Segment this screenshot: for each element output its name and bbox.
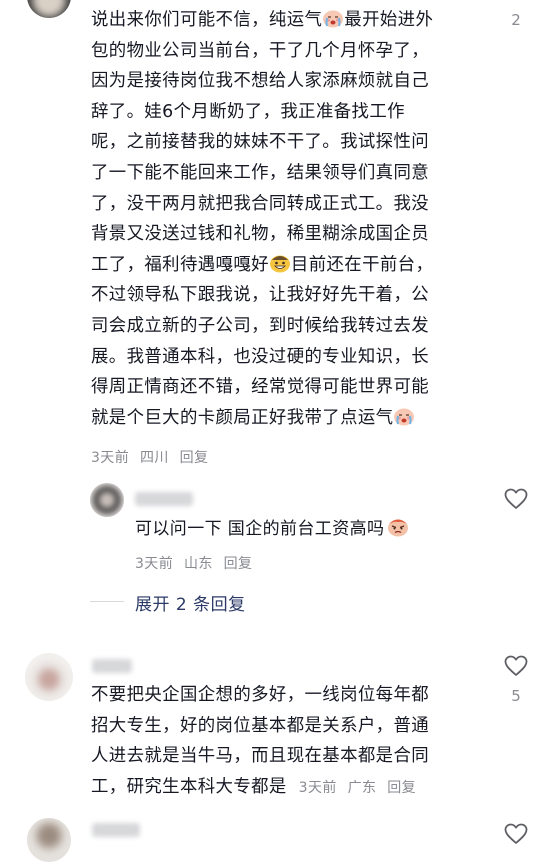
heart-icon[interactable]: [504, 655, 528, 677]
comment-location: 广东: [347, 779, 377, 796]
reply-line: 可以问一下 国企的前台工资高吗: [135, 519, 385, 539]
avatar[interactable]: [25, 653, 73, 701]
comment-meta: 3天前 四川 回复: [91, 447, 208, 467]
comment-line: 背景又没送过钱和礼物，稀里糊涂成国企员: [91, 224, 430, 245]
comment-text: 不要把央企国企想的多好，一线岗位每年都 招大专生，好的岗位基本都是关系户，普通 …: [91, 680, 511, 803]
comment-time: 3天前: [135, 556, 174, 572]
reply-button[interactable]: 回复: [224, 556, 253, 572]
comment-line: 司会成立新的子公司，到时候给我转过去发: [91, 315, 430, 336]
comment-line: 招大专生，好的岗位基本都是关系户，普通: [91, 715, 430, 736]
comment-line: 了一下能不能回来工作，结果领导们真同意: [91, 162, 430, 183]
reply-text: 可以问一下 国企的前台工资高吗: [135, 514, 409, 545]
comment-location: 四川: [139, 450, 169, 466]
comment-time: 3天前: [91, 450, 130, 466]
comment-line: 人进去就是当牛马，而且现在基本都是合同: [91, 746, 430, 767]
reply-button[interactable]: 回复: [180, 450, 209, 466]
angry-emoji-icon: [388, 519, 409, 537]
avatar[interactable]: [90, 483, 124, 517]
avatar[interactable]: [27, 818, 71, 862]
comment-line: 不要把央企国企想的多好，一线岗位每年都: [91, 685, 430, 705]
crying-emoji-icon: [394, 408, 415, 426]
comment-line: 最开始进外: [344, 10, 434, 30]
heart-icon[interactable]: [504, 488, 528, 510]
grinning-emoji-icon: [269, 255, 290, 273]
comment-line: 展。我普通本科，也没过硬的专业知识，长: [91, 346, 430, 367]
username[interactable]: [92, 823, 140, 837]
reply-meta: 3天前 山东 回复: [135, 553, 252, 573]
username[interactable]: [135, 492, 193, 506]
comment-line: 工了，福利待遇嘎嘎好: [91, 254, 269, 275]
crying-emoji-icon: [323, 10, 344, 28]
comment-line: 说出来你们可能不信，纯运气: [91, 10, 323, 30]
expand-divider: [90, 601, 124, 602]
avatar[interactable]: [27, 0, 71, 18]
comment-line: 就是个巨大的卡颜局正好我带了点运气: [91, 407, 394, 428]
comment-time: 3天前: [298, 779, 337, 796]
comment-line: 辞了。娃6个月断奶了，我正准备找工作: [91, 101, 405, 122]
comment-line: 呢，之前接替我的妹妹不干了。我试探性问: [91, 132, 430, 153]
comment-line: 不过领导私下跟我说，让我好好先干着，公: [91, 285, 430, 306]
comment-line: 了，没干两月就把我合同转成正式工。我没: [91, 193, 430, 214]
comment-line: 工，研究生本科大专都是: [91, 776, 287, 797]
username[interactable]: [92, 659, 132, 673]
comment-text: 说出来你们可能不信，纯运气 最开始进外 包的物业公司当前台，干了几个月怀孕了， 因…: [91, 5, 511, 433]
comment-meta: 3天前 广东 回复: [299, 780, 416, 796]
comment-line: 因为是接待岗位我不想给人家添麻烦就自己: [91, 71, 430, 92]
comment-line: 得周正情商还不错，经常觉得可能世界可能: [91, 377, 430, 398]
expand-replies-button[interactable]: 展开 2 条回复: [135, 590, 246, 615]
heart-icon[interactable]: [504, 823, 528, 845]
comment-location: 山东: [183, 556, 213, 572]
reply-button[interactable]: 回复: [387, 780, 416, 796]
comment-line: 目前还在干前台，: [290, 254, 434, 275]
comment-line: 包的物业公司当前台，干了几个月怀孕了，: [91, 40, 430, 61]
